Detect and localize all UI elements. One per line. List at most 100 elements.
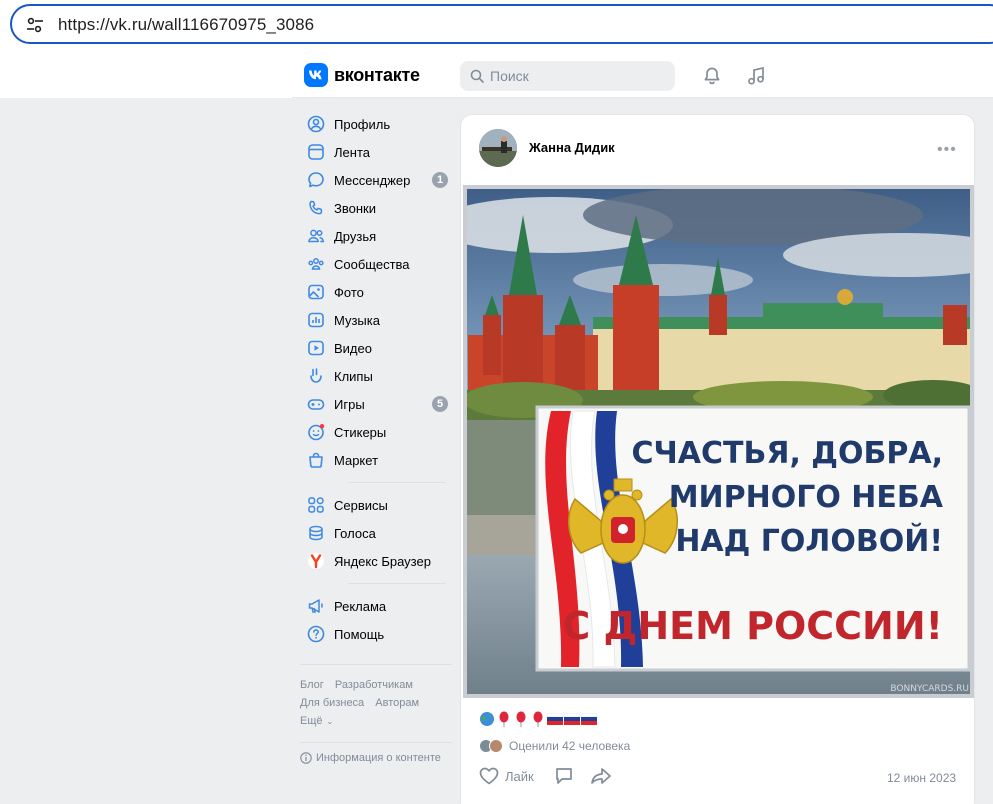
- vk-logo[interactable]: вконтакте: [304, 63, 420, 87]
- browser-toolbar: https://vk.ru/wall116670975_3086: [0, 0, 993, 50]
- profile-icon: [306, 114, 326, 134]
- sidebar-item-photos[interactable]: Фото: [300, 278, 450, 306]
- sidebar-item-yandex-browser[interactable]: Яндекс Браузер: [300, 547, 450, 575]
- sidebar-item-label: Лента: [334, 144, 370, 160]
- notifications-icon[interactable]: [700, 64, 724, 88]
- likes-count-text: Оценили 42 человека: [509, 739, 631, 753]
- sidebar-item-profile[interactable]: Профиль: [300, 110, 450, 138]
- photo-icon: [306, 282, 326, 302]
- messenger-icon: [306, 170, 326, 190]
- post-actions: Лайк: [479, 767, 612, 785]
- footer-link-more[interactable]: Ещё: [300, 715, 323, 727]
- sidebar-item-label: Профиль: [334, 116, 391, 132]
- sidebar-item-label: Сообщества: [334, 256, 410, 272]
- site-settings-icon[interactable]: [26, 16, 44, 34]
- services-icon: [306, 495, 326, 515]
- sidebar-item-label: Мессенджер: [334, 172, 411, 188]
- sidebar-item-stickers[interactable]: Стикеры: [300, 418, 450, 446]
- share-button[interactable]: [590, 767, 612, 785]
- sidebar-item-market[interactable]: Маркет: [300, 446, 450, 474]
- sidebar-item-clips[interactable]: Клипы: [300, 362, 450, 390]
- search-icon: [470, 69, 484, 83]
- sidebar-item-label: Маркет: [334, 452, 379, 468]
- sidebar-item-label: Клипы: [334, 368, 373, 384]
- globe-icon: [480, 712, 494, 726]
- communities-icon: [306, 254, 326, 274]
- vk-logo-icon: [304, 63, 328, 87]
- search-input[interactable]: [490, 68, 660, 84]
- post-image[interactable]: СЧАСТЬЯ, ДОБРА, МИРНОГО НЕБА НАД ГОЛОВОЙ…: [463, 185, 974, 698]
- yandex-browser-icon: [306, 551, 326, 571]
- stickers-icon: [306, 422, 326, 442]
- footer-divider: [300, 742, 452, 743]
- russia-flag-icon: [547, 713, 563, 725]
- sidebar-item-messenger[interactable]: Мессенджер 1: [300, 166, 450, 194]
- sidebar-item-friends[interactable]: Друзья: [300, 222, 450, 250]
- music-player-icon[interactable]: [744, 64, 768, 88]
- sidebar-item-label: Музыка: [334, 312, 380, 328]
- chevron-down-icon[interactable]: ⌄: [327, 717, 334, 726]
- russia-flag-icon: [564, 713, 580, 725]
- sidebar-item-music[interactable]: Музыка: [300, 306, 450, 334]
- sidebar-divider: [348, 583, 446, 584]
- sidebar-item-label: Стикеры: [334, 424, 387, 440]
- sidebar-item-services[interactable]: Сервисы: [300, 491, 450, 519]
- sidebar-item-label: Игры: [334, 396, 365, 412]
- comment-icon: [555, 768, 572, 784]
- content-info-link[interactable]: Информация о контенте: [300, 752, 441, 764]
- ads-icon: [306, 596, 326, 616]
- comment-button[interactable]: [554, 767, 574, 785]
- search-box[interactable]: [460, 61, 675, 91]
- footer-link-business[interactable]: Для бизнеса: [300, 697, 364, 709]
- balloon-icon: [533, 711, 543, 727]
- games-icon: [306, 394, 326, 414]
- footer-divider: [300, 664, 452, 665]
- sidebar-item-label: Друзья: [334, 228, 377, 244]
- sidebar-item-games[interactable]: Игры 5: [300, 390, 450, 418]
- sidebar-item-label: Голоса: [334, 525, 376, 541]
- phone-icon: [306, 198, 326, 218]
- like-button[interactable]: Лайк: [479, 767, 534, 785]
- post-date[interactable]: 12 июн 2023: [887, 771, 956, 785]
- header-left-strip: [0, 50, 292, 98]
- sidebar-item-label: Сервисы: [334, 497, 388, 513]
- like-label: Лайк: [505, 768, 534, 784]
- balloon-icon: [499, 711, 509, 727]
- share-icon: [590, 768, 611, 784]
- post-author-name[interactable]: Жанна Дидик: [529, 140, 615, 155]
- footer-link-developers[interactable]: Разработчикам: [335, 679, 413, 691]
- music-icon: [306, 310, 326, 330]
- footer-link-blog[interactable]: Блог: [300, 679, 324, 691]
- sidebar-item-video[interactable]: Видео: [300, 334, 450, 362]
- unread-badge: 1: [432, 172, 448, 188]
- sidebar-item-feed[interactable]: Лента: [300, 138, 450, 166]
- video-icon: [306, 338, 326, 358]
- sidebar-divider: [348, 482, 446, 483]
- wall-post: Жанна Дидик ••• СЧАСТЬЯ, ДОБРА, МИРНОГО …: [460, 114, 975, 804]
- friends-icon: [306, 226, 326, 246]
- sidebar-item-communities[interactable]: Сообщества: [300, 250, 450, 278]
- sidebar-item-ads[interactable]: Реклама: [300, 592, 450, 620]
- market-icon: [306, 450, 326, 470]
- russia-flag-icon: [581, 713, 597, 725]
- sidebar-item-label: Фото: [334, 284, 364, 300]
- liker-avatar: [489, 739, 503, 753]
- games-badge: 5: [432, 396, 448, 412]
- url-text[interactable]: https://vk.ru/wall116670975_3086: [58, 15, 314, 35]
- sidebar-item-label: Помощь: [334, 626, 385, 642]
- more-options-icon[interactable]: •••: [937, 141, 957, 159]
- sidebar-item-label: Реклама: [334, 598, 387, 614]
- sidebar-item-label: Звонки: [334, 200, 376, 216]
- feed-icon: [306, 142, 326, 162]
- sidebar-item-calls[interactable]: Звонки: [300, 194, 450, 222]
- sidebar-item-help[interactable]: Помощь: [300, 620, 450, 648]
- footer-link-authors[interactable]: Авторам: [375, 697, 419, 709]
- author-avatar[interactable]: [479, 129, 517, 167]
- balloon-icon: [516, 711, 526, 727]
- clips-icon: [306, 366, 326, 386]
- info-icon: [300, 752, 312, 764]
- address-bar[interactable]: https://vk.ru/wall116670975_3086: [10, 4, 993, 44]
- sidebar-item-votes[interactable]: Голоса: [300, 519, 450, 547]
- likes-summary[interactable]: Оценили 42 человека: [479, 739, 630, 753]
- sidebar-item-label: Яндекс Браузер: [334, 553, 431, 569]
